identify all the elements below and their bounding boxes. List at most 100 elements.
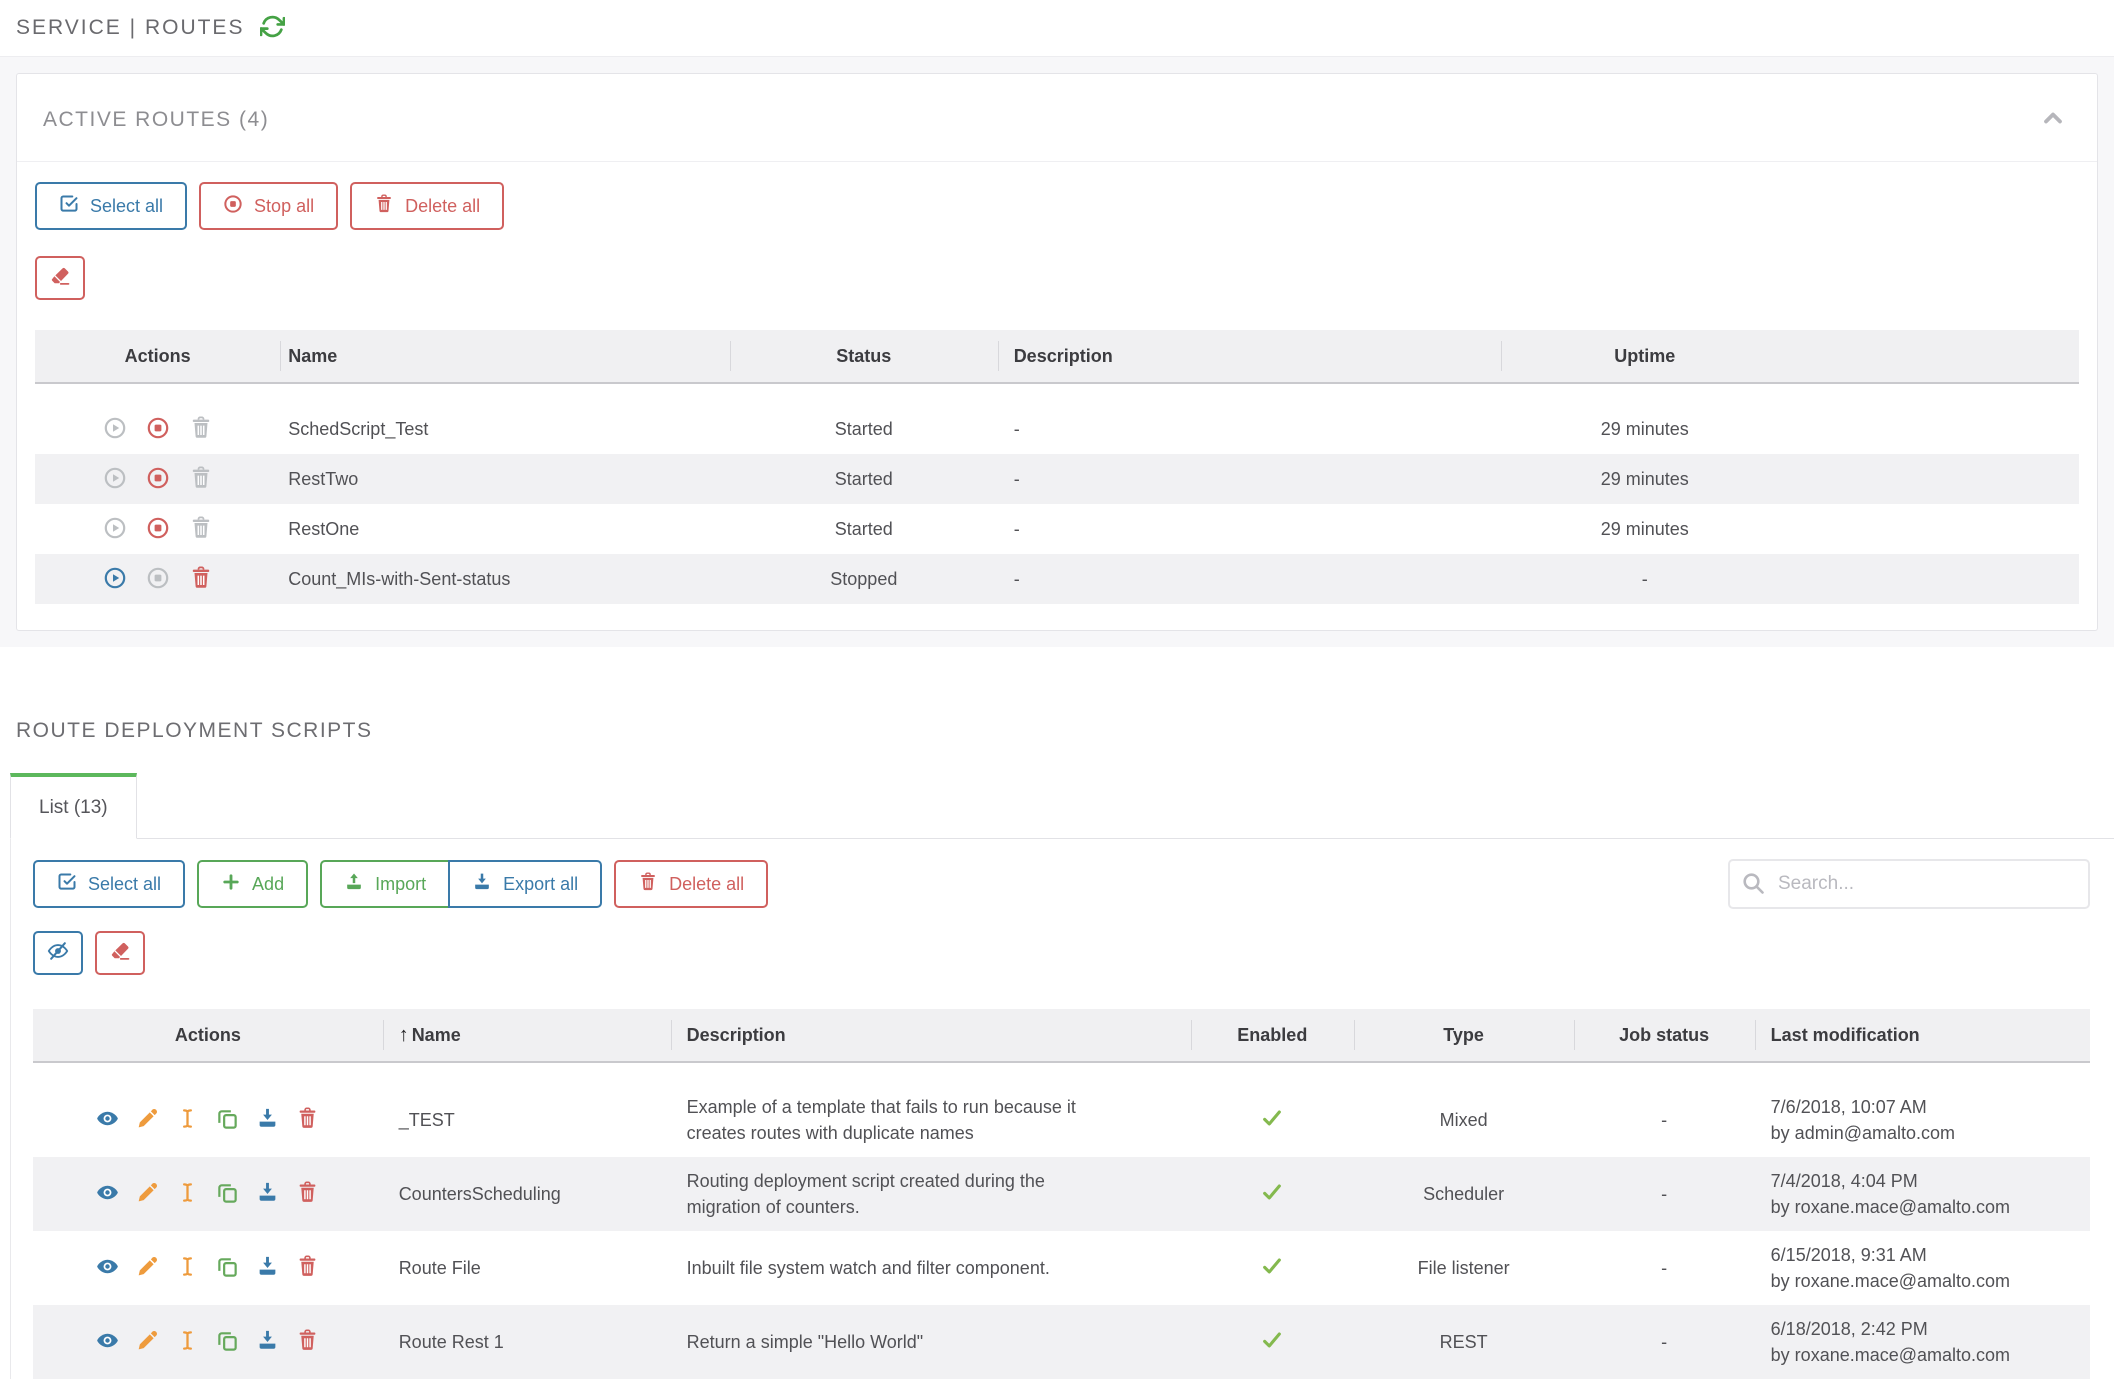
edit-script-button[interactable] bbox=[136, 1255, 159, 1281]
rename-script-button[interactable] bbox=[176, 1255, 199, 1281]
deployment-scripts-section: ROUTE DEPLOYMENT SCRIPTS List (13) Selec… bbox=[0, 719, 2114, 1379]
select-all-label: Select all bbox=[88, 874, 161, 895]
column-header-uptime: Uptime bbox=[1501, 330, 2080, 384]
tab-list[interactable]: List (13) bbox=[10, 773, 137, 839]
download-script-button[interactable] bbox=[256, 1255, 279, 1281]
clear-filters-button[interactable] bbox=[95, 931, 145, 975]
download-script-button[interactable] bbox=[256, 1329, 279, 1355]
eye-icon bbox=[96, 1107, 119, 1133]
route-uptime: 29 minutes bbox=[1501, 404, 2080, 454]
trash-icon bbox=[189, 466, 213, 493]
download-script-button[interactable] bbox=[256, 1107, 279, 1133]
view-script-button[interactable] bbox=[96, 1181, 119, 1207]
active-routes-panel: ACTIVE ROUTES (4) Select all bbox=[16, 73, 2098, 631]
start-route-button[interactable] bbox=[103, 466, 127, 493]
delete-all-label: Delete all bbox=[405, 196, 480, 217]
route-uptime: 29 minutes bbox=[1501, 504, 2080, 554]
view-script-button[interactable] bbox=[96, 1107, 119, 1133]
view-script-button[interactable] bbox=[96, 1329, 119, 1355]
active-routes-section: ACTIVE ROUTES (4) Select all bbox=[0, 57, 2114, 647]
delete-script-button[interactable] bbox=[296, 1107, 319, 1133]
tab-list-label: List (13) bbox=[39, 797, 108, 819]
stop-route-button[interactable] bbox=[146, 516, 170, 543]
eye-icon bbox=[96, 1255, 119, 1281]
start-route-button[interactable] bbox=[103, 566, 127, 593]
trash-icon bbox=[189, 566, 213, 593]
trash-icon bbox=[296, 1329, 319, 1355]
delete-all-scripts-button[interactable]: Delete all bbox=[614, 860, 768, 908]
stop-circle-icon bbox=[223, 194, 243, 219]
eye-icon bbox=[96, 1181, 119, 1207]
page-header: SERVICE | ROUTES bbox=[0, 0, 2114, 57]
route-description: - bbox=[998, 454, 1501, 504]
script-job-status: - bbox=[1574, 1231, 1755, 1305]
rename-script-button[interactable] bbox=[176, 1181, 199, 1207]
export-all-button[interactable]: Export all bbox=[448, 860, 602, 908]
delete-route-button[interactable] bbox=[189, 516, 213, 543]
column-header-name[interactable]: ↑Name bbox=[383, 1009, 671, 1063]
script-last-modification: 6/15/2018, 9:31 AM by roxane.mace@amalto… bbox=[1755, 1231, 2090, 1305]
select-all-scripts-button[interactable]: Select all bbox=[33, 860, 185, 908]
view-script-button[interactable] bbox=[96, 1255, 119, 1281]
enabled-check-icon bbox=[1191, 1157, 1354, 1231]
select-all-label: Select all bbox=[90, 196, 163, 217]
script-name: _TEST bbox=[383, 1083, 671, 1157]
search-input[interactable] bbox=[1728, 859, 2090, 909]
eraser-icon bbox=[49, 265, 71, 292]
route-uptime: 29 minutes bbox=[1501, 454, 2080, 504]
refresh-button[interactable] bbox=[260, 14, 285, 42]
copy-icon bbox=[216, 1329, 239, 1355]
edit-script-button[interactable] bbox=[136, 1181, 159, 1207]
delete-script-button[interactable] bbox=[296, 1329, 319, 1355]
collapse-panel-button[interactable] bbox=[2039, 104, 2067, 135]
delete-route-button[interactable] bbox=[189, 416, 213, 443]
delete-script-button[interactable] bbox=[296, 1255, 319, 1281]
delete-route-button[interactable] bbox=[189, 566, 213, 593]
script-row: Route File Inbuilt file system watch and… bbox=[33, 1231, 2090, 1305]
stop-all-button[interactable]: Stop all bbox=[199, 182, 338, 230]
download-icon bbox=[256, 1329, 279, 1355]
rename-script-button[interactable] bbox=[176, 1107, 199, 1133]
script-description: Routing deployment script created during… bbox=[671, 1157, 1191, 1231]
delete-all-label: Delete all bbox=[669, 874, 744, 895]
route-name: SchedScript_Test bbox=[280, 404, 730, 454]
download-icon bbox=[256, 1255, 279, 1281]
stop-route-button[interactable] bbox=[146, 566, 170, 593]
import-button[interactable]: Import bbox=[320, 860, 450, 908]
sort-ascending-icon: ↑ bbox=[399, 1024, 409, 1046]
select-all-button[interactable]: Select all bbox=[35, 182, 187, 230]
check-square-icon bbox=[59, 194, 79, 219]
duplicate-script-button[interactable] bbox=[216, 1255, 239, 1281]
duplicate-script-button[interactable] bbox=[216, 1329, 239, 1355]
stop-circle-icon bbox=[146, 466, 170, 493]
edit-script-button[interactable] bbox=[136, 1107, 159, 1133]
rename-script-button[interactable] bbox=[176, 1329, 199, 1355]
delete-script-button[interactable] bbox=[296, 1181, 319, 1207]
route-status: Started bbox=[730, 504, 998, 554]
trash-icon bbox=[189, 516, 213, 543]
download-script-button[interactable] bbox=[256, 1181, 279, 1207]
clear-selection-button[interactable] bbox=[35, 256, 85, 300]
script-name: Route Rest 1 bbox=[383, 1305, 671, 1379]
stop-route-button[interactable] bbox=[146, 416, 170, 443]
delete-route-button[interactable] bbox=[189, 466, 213, 493]
script-description: Return a simple "Hello World" bbox=[671, 1305, 1191, 1379]
start-route-button[interactable] bbox=[103, 516, 127, 543]
chevron-up-icon bbox=[2039, 104, 2067, 135]
hide-columns-button[interactable] bbox=[33, 931, 83, 975]
script-description: Example of a template that fails to run … bbox=[671, 1083, 1191, 1157]
script-job-status: - bbox=[1574, 1157, 1755, 1231]
enabled-check-icon bbox=[1191, 1305, 1354, 1379]
delete-all-button[interactable]: Delete all bbox=[350, 182, 504, 230]
add-script-button[interactable]: Add bbox=[197, 860, 308, 908]
stop-route-button[interactable] bbox=[146, 466, 170, 493]
table-header-row: Actions Name Status Description Uptime bbox=[35, 330, 2079, 384]
duplicate-script-button[interactable] bbox=[216, 1181, 239, 1207]
edit-script-button[interactable] bbox=[136, 1329, 159, 1355]
eye-slash-icon bbox=[47, 940, 69, 967]
start-route-button[interactable] bbox=[103, 416, 127, 443]
trash-icon bbox=[296, 1181, 319, 1207]
duplicate-script-button[interactable] bbox=[216, 1107, 239, 1133]
add-label: Add bbox=[252, 874, 284, 895]
import-label: Import bbox=[375, 874, 426, 895]
